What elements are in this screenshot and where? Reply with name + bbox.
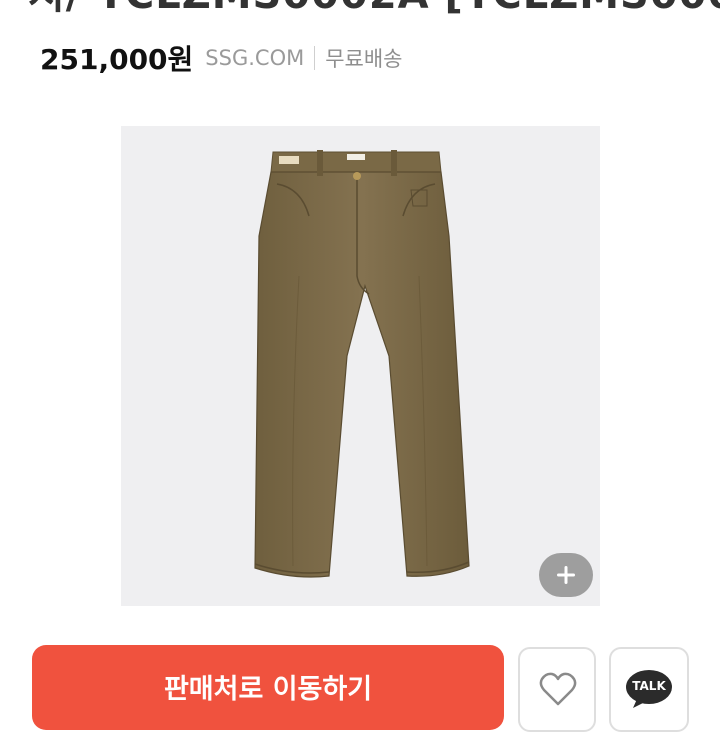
action-bar: 판매처로 이동하기 TALK	[0, 645, 720, 732]
divider	[314, 46, 316, 70]
like-button[interactable]	[518, 647, 596, 732]
heart-icon	[539, 672, 577, 706]
product-title: 지/ YCLZMS0002A [YCLZMS0002A]	[0, 0, 720, 22]
product-image[interactable]	[121, 126, 600, 606]
price-row: 251,000원 SSG.COM 무료배송	[40, 38, 403, 78]
product-price: 251,000원	[40, 43, 194, 76]
shipping-info: 무료배송	[325, 47, 403, 71]
pants-illustration	[254, 150, 470, 578]
plus-icon	[557, 566, 575, 584]
go-to-seller-button[interactable]: 판매처로 이동하기	[32, 645, 504, 730]
seller-name: SSG.COM	[205, 46, 305, 70]
image-zoom-button[interactable]	[539, 553, 593, 597]
talk-button[interactable]: TALK	[609, 647, 689, 732]
talk-label: TALK	[632, 679, 666, 693]
product-title-text: 지/ YCLZMS0002A [YCLZMS0002A]	[28, 0, 720, 20]
